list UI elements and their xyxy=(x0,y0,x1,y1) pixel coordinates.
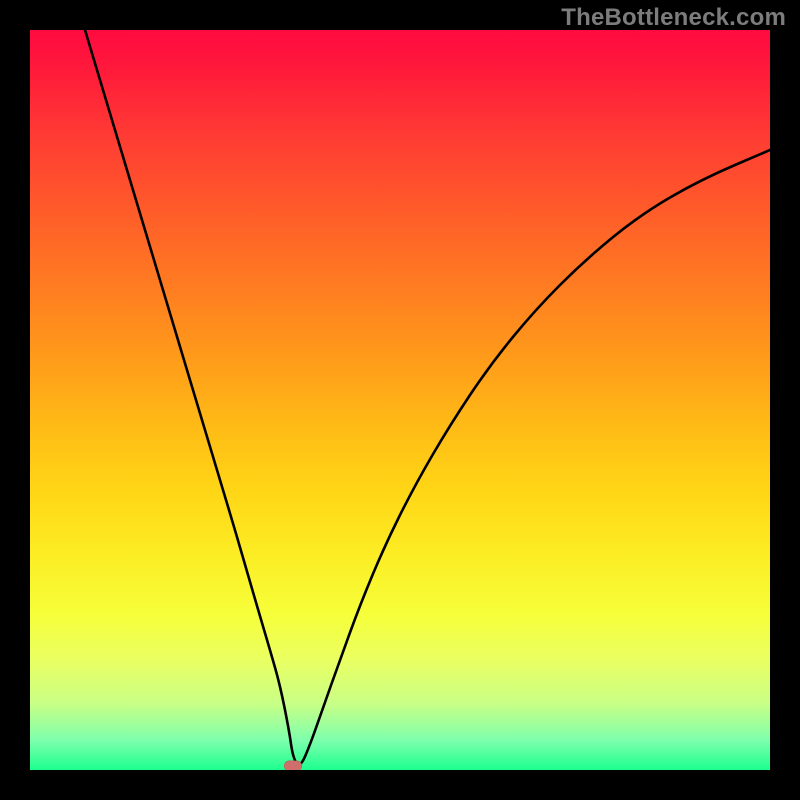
bottleneck-curve xyxy=(30,30,770,770)
chart-frame: TheBottleneck.com xyxy=(0,0,800,800)
watermark-text: TheBottleneck.com xyxy=(561,4,786,32)
plot-outer-border xyxy=(27,27,773,773)
plot-area xyxy=(30,30,770,770)
curve-path xyxy=(85,30,770,765)
minimum-marker xyxy=(284,761,302,771)
